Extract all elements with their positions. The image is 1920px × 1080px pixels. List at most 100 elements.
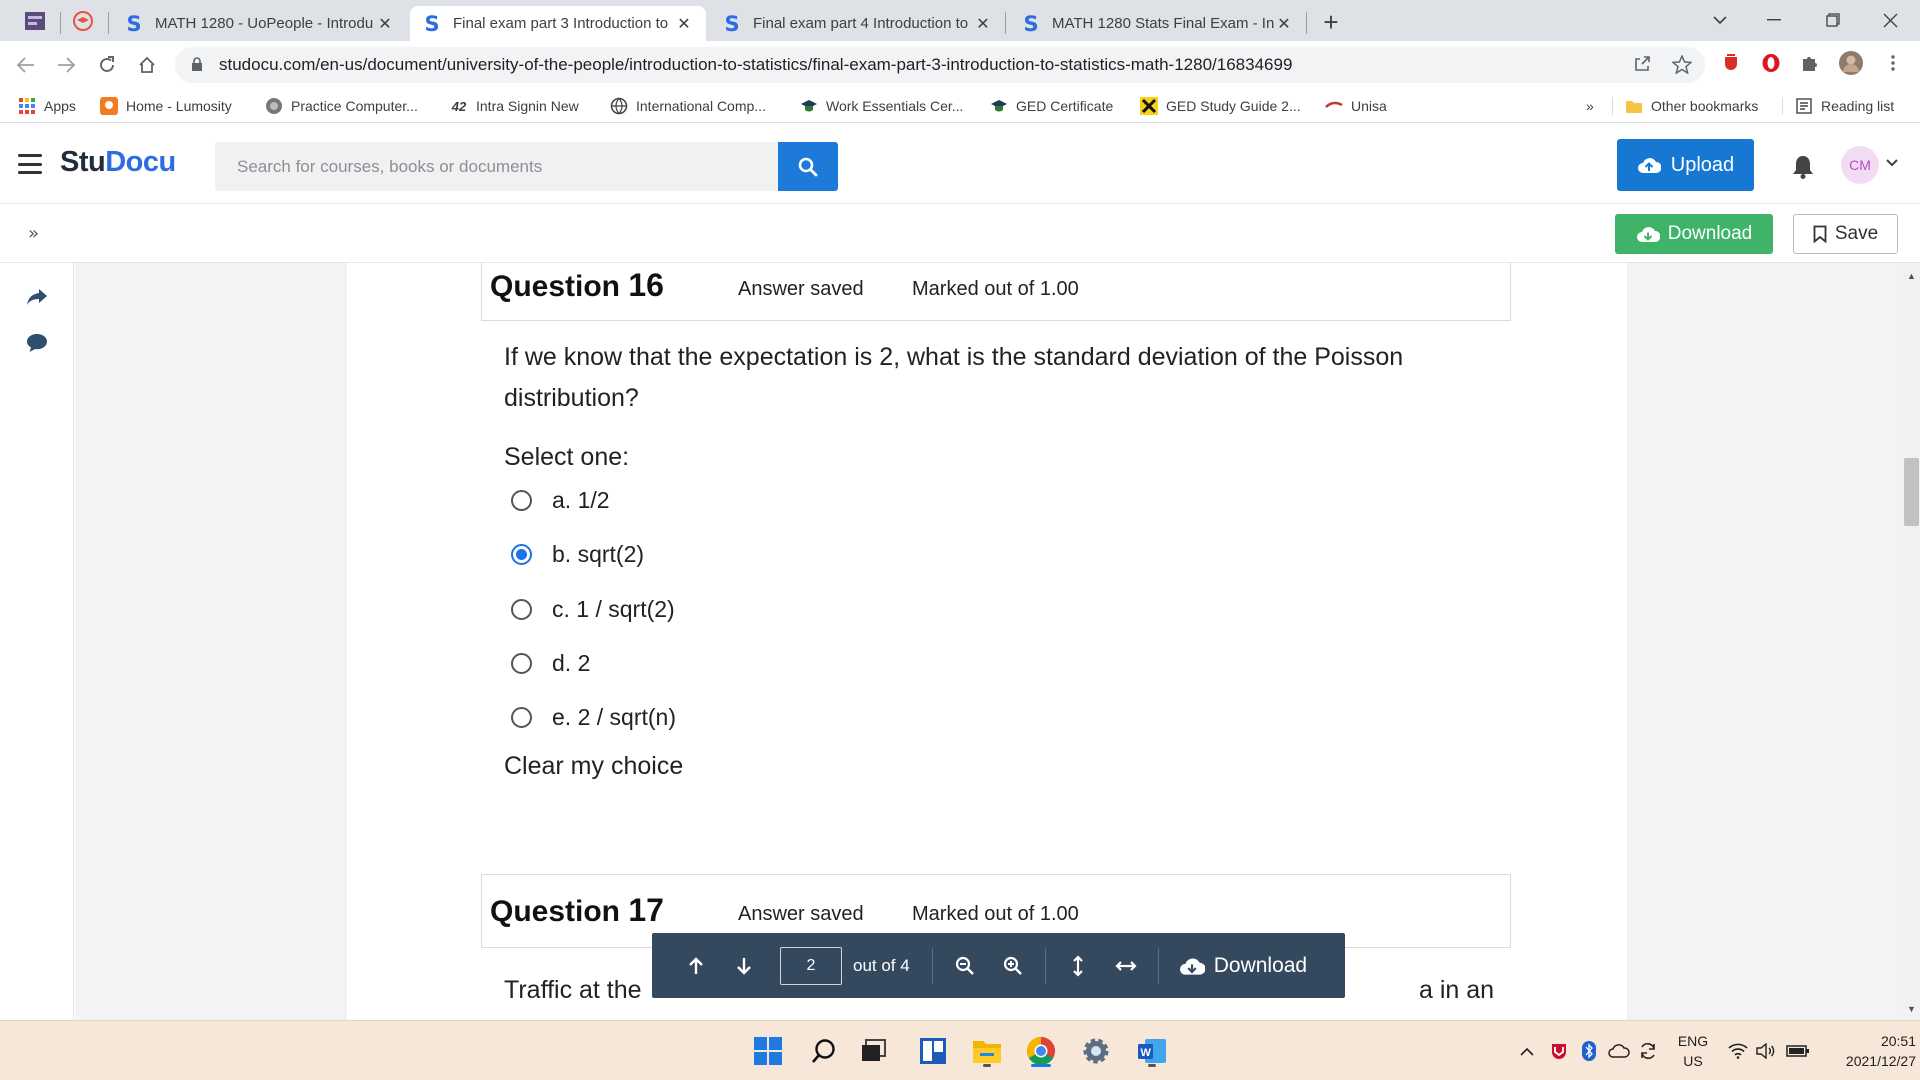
tab-final-exam-part-3[interactable]: S Final exam part 3 Introduction to ✕ (410, 6, 706, 41)
bookmark-practice-computer[interactable]: Practice Computer... (265, 95, 418, 117)
back-arrow-icon[interactable] (10, 49, 42, 81)
close-window-icon[interactable] (1870, 4, 1910, 36)
scrollbar-thumb[interactable] (1904, 458, 1919, 526)
share-arrow-icon[interactable] (24, 285, 50, 309)
bookmark-ged-certificate[interactable]: GED Certificate (990, 95, 1113, 117)
comment-icon[interactable] (24, 331, 50, 355)
bookmark-star-icon[interactable] (1667, 49, 1697, 79)
windows-start-icon[interactable] (750, 1033, 786, 1069)
bookmark-work-essentials[interactable]: Work Essentials Cer... (800, 95, 963, 117)
toolbar-download-button[interactable]: Download (1179, 954, 1307, 978)
input-language-indicator[interactable]: ENG US (1675, 1031, 1711, 1071)
expand-sidebar-icon[interactable]: » (28, 223, 39, 244)
word-icon[interactable]: W (1134, 1033, 1170, 1069)
lock-icon[interactable] (191, 56, 205, 74)
tab-final-exam-part-4[interactable]: S Final exam part 4 Introduction to ✕ (710, 6, 1005, 41)
tab-math-1280-uopeople[interactable]: S MATH 1280 - UoPeople - Introdu ✕ (112, 6, 407, 41)
restore-icon[interactable] (1813, 4, 1853, 36)
bookmark-international-comp[interactable]: International Comp... (610, 95, 766, 117)
answer-option-b[interactable]: b. sqrt(2) (511, 539, 644, 569)
next-page-arrow-icon[interactable] (720, 933, 768, 998)
page-number-input[interactable]: 2 (780, 946, 842, 985)
zoom-out-icon[interactable] (941, 933, 989, 998)
chevron-down-icon[interactable] (1886, 154, 1898, 171)
system-clock[interactable]: 20:51 2021/12/27 (1826, 1031, 1916, 1071)
user-avatar[interactable]: CM (1841, 146, 1879, 184)
widgets-icon[interactable] (915, 1033, 951, 1069)
save-button[interactable]: Save (1793, 214, 1898, 254)
bookmark-apps[interactable]: Apps (18, 95, 76, 117)
mcafee-tray-icon[interactable] (1550, 1021, 1568, 1080)
scroll-down-arrow-icon[interactable]: ▼ (1903, 1004, 1920, 1014)
radio-button[interactable] (511, 652, 532, 674)
pinned-tab-2[interactable] (70, 8, 96, 34)
wifi-icon[interactable] (1728, 1021, 1748, 1080)
pinned-tab-1[interactable] (22, 8, 48, 34)
home-icon[interactable] (131, 49, 163, 81)
reload-icon[interactable] (91, 49, 123, 81)
volume-icon[interactable] (1756, 1021, 1776, 1080)
grad-cap-icon (73, 11, 93, 31)
chrome-menu-icon[interactable] (1880, 50, 1906, 76)
bookmark-lumosity[interactable]: Home - Lumosity (100, 95, 232, 117)
extensions-puzzle-icon[interactable] (1797, 50, 1823, 76)
radio-button[interactable] (511, 706, 532, 728)
clear-choice-link[interactable]: Clear my choice (504, 746, 1494, 787)
search-input[interactable]: Search for courses, books or documents (215, 142, 779, 191)
new-tab-plus-icon[interactable]: + (1316, 7, 1346, 38)
radio-button[interactable] (511, 598, 532, 620)
forward-arrow-icon[interactable] (50, 49, 82, 81)
chrome-icon[interactable] (1023, 1033, 1059, 1069)
radio-button-selected[interactable] (511, 543, 532, 565)
close-tab-icon[interactable]: ✕ (1274, 14, 1294, 34)
fit-height-icon[interactable] (1054, 933, 1102, 998)
bluetooth-icon[interactable] (1582, 1021, 1596, 1080)
document-viewer[interactable]: Question 16 Answer saved Marked out of 1… (75, 263, 1903, 1020)
search-icon[interactable] (806, 1033, 842, 1069)
answer-option-a[interactable]: a. 1/2 (511, 485, 610, 515)
bookmark-intra-signin[interactable]: 42 Intra Signin New (450, 95, 579, 117)
scroll-up-arrow-icon[interactable]: ▲ (1903, 271, 1920, 281)
tab-math-1280-stats-final[interactable]: S MATH 1280 Stats Final Exam - Int ✕ (1009, 6, 1306, 41)
document-page: Question 16 Answer saved Marked out of 1… (347, 263, 1627, 1020)
profile-photo-icon[interactable] (1838, 50, 1864, 76)
search-button[interactable] (778, 142, 838, 191)
bookmark-ged-study-guide[interactable]: GED Study Guide 2... (1140, 95, 1301, 117)
radio-button[interactable] (511, 489, 532, 511)
logo-part-stu: Stu (60, 146, 106, 178)
upload-button[interactable]: Upload (1617, 139, 1754, 191)
download-button[interactable]: Download (1615, 214, 1773, 254)
bookmarks-overflow-chevron[interactable]: » (1586, 95, 1594, 117)
zoom-in-icon[interactable] (989, 933, 1037, 998)
address-bar[interactable]: studocu.com/en-us/document/university-of… (175, 47, 1705, 83)
settings-gear-icon[interactable] (1078, 1033, 1114, 1069)
task-view-icon[interactable] (856, 1033, 892, 1069)
share-icon[interactable] (1627, 49, 1657, 79)
hamburger-menu-icon[interactable] (18, 154, 42, 174)
battery-icon[interactable] (1786, 1021, 1810, 1080)
vertical-scrollbar[interactable]: ▲ ▼ (1903, 263, 1920, 1020)
bookmark-other[interactable]: Other bookmarks (1625, 95, 1758, 117)
answer-option-c[interactable]: c. 1 / sqrt(2) (511, 594, 675, 624)
tab-search-chevron-icon[interactable] (1700, 4, 1740, 36)
bookmark-unisa[interactable]: Unisa (1325, 95, 1387, 117)
language-code: ENG (1677, 1033, 1709, 1049)
studocu-logo[interactable]: StuDocu (60, 146, 176, 179)
file-explorer-icon[interactable] (969, 1033, 1005, 1069)
answer-option-d[interactable]: d. 2 (511, 648, 590, 678)
close-tab-icon[interactable]: ✕ (375, 14, 395, 34)
extension-red-icon[interactable] (1718, 50, 1744, 76)
tray-show-hidden-icon[interactable] (1520, 1021, 1534, 1080)
minimize-icon[interactable] (1754, 4, 1794, 36)
notification-bell-icon[interactable] (1790, 152, 1816, 180)
onedrive-cloud-icon[interactable] (1608, 1021, 1630, 1080)
opera-extension-icon[interactable] (1758, 50, 1784, 76)
lumosity-icon (100, 97, 118, 115)
reading-list[interactable]: Reading list (1795, 95, 1894, 117)
close-tab-icon[interactable]: ✕ (674, 14, 694, 34)
previous-page-arrow-icon[interactable] (672, 933, 720, 998)
answer-option-e[interactable]: e. 2 / sqrt(n) (511, 702, 676, 732)
sync-icon[interactable] (1638, 1021, 1658, 1080)
close-tab-icon[interactable]: ✕ (973, 14, 993, 34)
fit-width-icon[interactable] (1102, 933, 1150, 998)
